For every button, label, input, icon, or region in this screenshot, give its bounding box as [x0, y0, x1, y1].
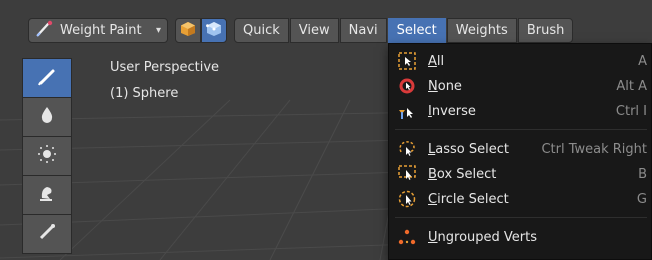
blur-drop-icon	[36, 104, 58, 130]
active-object-label: (1) Sphere	[110, 86, 179, 101]
menu-separator	[395, 217, 647, 218]
shortcut-label: Ctrl I	[615, 103, 647, 119]
vertex-mask-toggle[interactable]	[201, 18, 227, 43]
shortcut-label: G	[636, 191, 647, 207]
menu-item-box-select[interactable]: Box Select B	[389, 162, 652, 186]
mode-label: Weight Paint	[60, 23, 142, 38]
select-none-icon	[397, 76, 417, 96]
tool-smear[interactable]	[22, 175, 72, 215]
menu-item-ungrouped-verts[interactable]: Ungrouped Verts	[389, 225, 652, 249]
lasso-select-icon	[397, 139, 417, 159]
tool-average[interactable]	[22, 136, 72, 176]
menu-navigate[interactable]: Navi	[339, 18, 387, 43]
draw-brush-icon	[36, 65, 58, 91]
average-icon	[36, 143, 58, 169]
weight-paint-icon	[35, 20, 55, 42]
menu-brush[interactable]: Brush	[517, 18, 574, 43]
menu-bar: Quick View Navi Select Weights Brush	[234, 18, 574, 43]
tool-gradient[interactable]	[22, 214, 72, 254]
mask-toggle-group	[175, 18, 227, 43]
menu-select[interactable]: Select	[387, 18, 446, 43]
box-select-icon	[397, 164, 417, 184]
shortcut-label: A	[638, 53, 647, 69]
chevron-down-icon: ▾	[155, 25, 161, 36]
face-mask-toggle[interactable]	[175, 18, 201, 43]
shortcut-label: Ctrl Tweak Right	[541, 141, 647, 157]
tool-draw[interactable]	[22, 58, 72, 98]
menu-quick[interactable]: Quick	[234, 18, 289, 43]
face-mask-icon	[180, 21, 196, 41]
menu-item-none[interactable]: None Alt A	[389, 74, 652, 98]
tool-blur[interactable]	[22, 97, 72, 137]
circle-select-icon	[397, 189, 417, 209]
mode-selector[interactable]: Weight Paint ▾	[28, 18, 168, 43]
menu-item-all[interactable]: All A	[389, 49, 652, 73]
view-perspective-label: User Perspective	[110, 60, 220, 75]
select-menu-dropdown: All A None Alt A Inverse Ctrl I Lasso Se…	[388, 43, 652, 260]
select-inverse-icon	[397, 101, 417, 121]
menu-item-lasso-select[interactable]: Lasso Select Ctrl Tweak Right	[389, 137, 652, 161]
shortcut-label: Alt A	[616, 78, 647, 94]
menu-view[interactable]: View	[289, 18, 339, 43]
tool-shelf	[22, 58, 72, 254]
smear-icon	[36, 182, 58, 208]
viewport-header: Weight Paint ▾ Quick View Navi Select We…	[0, 0, 652, 48]
menu-separator	[395, 129, 647, 130]
select-all-icon	[397, 51, 417, 71]
shortcut-label: B	[638, 166, 647, 182]
menu-weights[interactable]: Weights	[446, 18, 517, 43]
vertex-mask-icon	[206, 21, 222, 41]
gradient-icon	[36, 221, 58, 247]
menu-item-circle-select[interactable]: Circle Select G	[389, 187, 652, 211]
menu-item-inverse[interactable]: Inverse Ctrl I	[389, 99, 652, 123]
ungrouped-verts-icon	[397, 227, 417, 247]
